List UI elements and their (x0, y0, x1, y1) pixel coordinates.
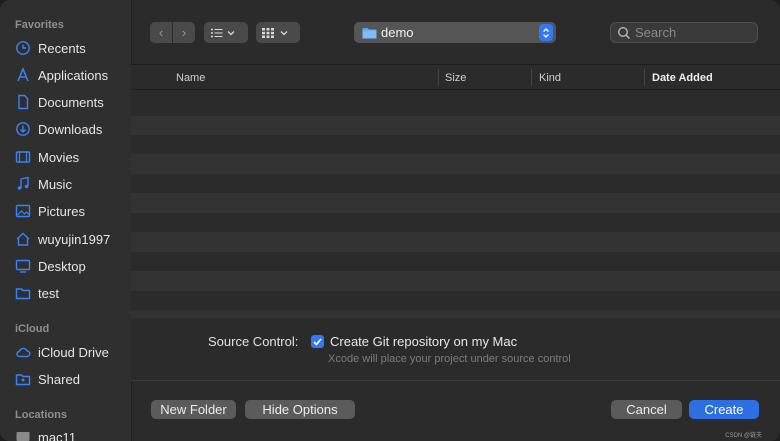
table-row (131, 252, 780, 272)
folder-icon (362, 26, 377, 39)
checkmark-icon (313, 337, 322, 346)
sidebar-item-movies[interactable]: Movies (15, 146, 127, 168)
table-row (131, 154, 780, 174)
column-header-size[interactable]: Size (445, 65, 466, 90)
search-icon (617, 26, 631, 40)
sidebar-item-label: Music (38, 176, 72, 192)
sidebar-item-home[interactable]: wuyujin1997 (15, 228, 127, 250)
search-field[interactable]: Search (610, 22, 758, 43)
column-header-kind[interactable]: Kind (539, 65, 561, 90)
clock-icon (15, 40, 31, 56)
sidebar-item-label: wuyujin1997 (38, 231, 111, 247)
sidebar-item-icloud-drive[interactable]: iCloud Drive (15, 341, 127, 363)
search-placeholder: Search (635, 25, 677, 40)
column-divider (531, 69, 532, 86)
new-folder-button[interactable]: New Folder (151, 400, 236, 419)
save-dialog: Favorites Recents Applications Documents… (0, 0, 780, 441)
photo-icon (15, 203, 31, 219)
table-row (131, 174, 780, 194)
computer-icon (15, 429, 31, 441)
desktop-icon (15, 258, 31, 274)
create-git-label[interactable]: Create Git repository on my Mac (330, 334, 517, 349)
download-icon (15, 121, 31, 137)
table-row (131, 213, 780, 233)
list-view-button[interactable] (204, 22, 248, 43)
sidebar-item-label: Pictures (38, 203, 85, 219)
current-folder-label: demo (381, 25, 414, 40)
source-control-hint: Xcode will place your project under sour… (328, 353, 571, 365)
cloud-icon (15, 344, 31, 360)
options-panel: Source Control: Create Git repository on… (131, 318, 780, 381)
icon-view-button[interactable] (256, 22, 300, 43)
sidebar-item-label: Documents (38, 94, 104, 110)
table-header: Name Size Kind Date Added (131, 64, 780, 90)
column-divider (644, 69, 645, 86)
table-row (131, 271, 780, 291)
sidebar-item-label: Desktop (38, 258, 86, 274)
sidebar-item-test[interactable]: test (15, 282, 127, 304)
hide-options-button[interactable]: Hide Options (245, 400, 355, 419)
cancel-button[interactable]: Cancel (611, 400, 682, 419)
sidebar-item-label: Shared (38, 371, 80, 387)
sidebar-item-mac11[interactable]: mac11 (15, 426, 127, 441)
folder-location-popup[interactable]: demo (354, 22, 556, 43)
sidebar-item-pictures[interactable]: Pictures (15, 200, 127, 222)
grid-view-icon (256, 22, 296, 43)
column-header-date-added[interactable]: Date Added (652, 65, 713, 90)
sidebar-item-label: Recents (38, 40, 86, 56)
sidebar-item-desktop[interactable]: Desktop (15, 255, 127, 277)
table-row (131, 310, 780, 318)
list-view-icon (204, 22, 242, 43)
table-row (131, 135, 780, 155)
column-header-name[interactable]: Name (176, 65, 205, 90)
table-row (131, 291, 780, 311)
chevron-left-icon: ‹ (158, 25, 164, 40)
forward-button[interactable]: › (173, 22, 195, 43)
sidebar-item-documents[interactable]: Documents (15, 91, 127, 113)
sidebar: Favorites Recents Applications Documents… (0, 0, 132, 441)
sidebar-item-applications[interactable]: Applications (15, 64, 127, 86)
create-git-checkbox[interactable] (311, 335, 324, 348)
film-icon (15, 149, 31, 165)
sidebar-section-favorites: Favorites (15, 19, 64, 31)
sidebar-item-label: Downloads (38, 121, 103, 137)
music-note-icon (15, 176, 31, 192)
table-row (131, 232, 780, 252)
sidebar-section-locations: Locations (15, 409, 67, 421)
history-nav: ‹ › (150, 22, 195, 43)
sidebar-item-label: Applications (38, 67, 109, 83)
popup-stepper-icon (539, 24, 553, 41)
source-control-label: Source Control: (208, 334, 299, 349)
document-icon (15, 94, 31, 110)
applications-icon (15, 67, 31, 83)
create-button[interactable]: Create (689, 400, 759, 419)
chevron-right-icon: › (181, 25, 187, 40)
home-icon (15, 231, 31, 247)
table-row (131, 193, 780, 213)
sidebar-item-label: iCloud Drive (38, 344, 109, 360)
table-row (131, 116, 780, 136)
folder-icon (15, 285, 31, 301)
sidebar-item-recents[interactable]: Recents (15, 37, 127, 59)
sidebar-item-downloads[interactable]: Downloads (15, 118, 127, 140)
sidebar-item-label: test (38, 285, 59, 301)
sidebar-item-label: mac11 (38, 429, 77, 441)
watermark: CSDN @链夫 (725, 433, 762, 439)
file-table: Name Size Kind Date Added (131, 64, 780, 318)
table-row (131, 90, 780, 110)
sidebar-item-music[interactable]: Music (15, 173, 127, 195)
shared-folder-icon (15, 371, 31, 387)
sidebar-section-icloud: iCloud (15, 323, 50, 335)
sidebar-item-shared[interactable]: Shared (15, 368, 127, 390)
column-divider (438, 69, 439, 86)
sidebar-item-label: Movies (38, 149, 80, 165)
back-button[interactable]: ‹ (150, 22, 172, 43)
